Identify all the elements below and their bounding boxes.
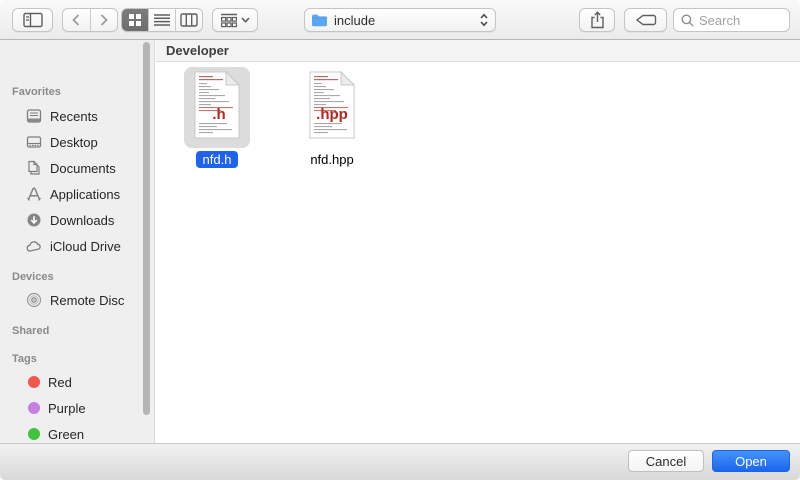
sidebar-toggle-button[interactable] (12, 8, 53, 32)
documents-icon (26, 160, 42, 176)
chevron-updown-icon (479, 12, 489, 28)
sidebar-item-applications[interactable]: Applications (0, 183, 155, 205)
sidebar-item-label: Desktop (50, 135, 98, 150)
back-icon (71, 13, 81, 27)
sidebar-item-recents[interactable]: Recents (0, 105, 155, 127)
tag-color-dot (28, 402, 40, 414)
sidebar-section-tags: Tags (12, 353, 37, 365)
cancel-button[interactable]: Cancel (628, 450, 704, 472)
header-file-icon: .h (193, 71, 241, 139)
location-popup-button[interactable]: include (304, 8, 496, 32)
icon-view-button[interactable] (122, 9, 148, 31)
sidebar-item-label: Red (48, 375, 72, 390)
sidebar-item-tag-red[interactable]: Red (0, 371, 155, 393)
file-item-nfd-h[interactable]: .h nfd.h (184, 67, 250, 169)
tag-icon (635, 13, 657, 27)
sidebar-item-downloads[interactable]: Downloads (0, 209, 155, 231)
file-extension-label: .h (212, 106, 225, 123)
tag-color-dot (28, 428, 40, 440)
sidebar-item-remote-disc[interactable]: Remote Disc (0, 289, 155, 311)
toolbar: include (0, 0, 800, 40)
arrange-button[interactable] (212, 8, 258, 32)
search-input[interactable] (699, 13, 779, 28)
view-mode-segmented-control (121, 8, 203, 32)
sidebar-section-devices: Devices (12, 271, 54, 283)
sidebar-item-label: Purple (48, 401, 86, 416)
file-name-label: nfd.h (196, 151, 239, 168)
sidebar-item-tag-green[interactable]: Green (0, 423, 155, 443)
sidebar-item-label: iCloud Drive (50, 239, 121, 254)
applications-icon (26, 186, 42, 202)
desktop-icon (26, 134, 42, 150)
open-button[interactable]: Open (712, 450, 790, 472)
file-selection-highlight: .h (184, 67, 250, 148)
list-view-icon (154, 13, 170, 27)
search-field[interactable] (673, 8, 790, 32)
icloud-icon (26, 238, 42, 254)
tag-button[interactable] (624, 8, 667, 32)
tag-color-dot (28, 376, 40, 388)
sidebar-item-desktop[interactable]: Desktop (0, 131, 155, 153)
file-item-nfd-hpp[interactable]: .hpp nfd.hpp (292, 67, 372, 169)
column-view-button[interactable] (175, 9, 202, 31)
share-icon (590, 11, 605, 29)
sidebar: Favorites Recents Desktop (0, 40, 155, 443)
dialog-footer: Cancel Open (0, 443, 800, 480)
sidebar-item-documents[interactable]: Documents (0, 157, 155, 179)
location-popup-value: include (334, 13, 479, 28)
sidebar-toggle-icon (23, 12, 43, 28)
group-header: Developer (156, 40, 800, 62)
sidebar-item-label: Recents (50, 109, 98, 124)
file-browser: Developer .h nfd.h .hpp nfd.hpp (156, 40, 800, 443)
back-button[interactable] (63, 9, 90, 31)
file-name-label: nfd.hpp (303, 151, 360, 168)
search-icon (681, 14, 694, 27)
column-view-icon (180, 13, 198, 27)
forward-button[interactable] (90, 9, 118, 31)
list-view-button[interactable] (148, 9, 175, 31)
history-nav-group (62, 8, 118, 32)
recents-icon (26, 108, 42, 124)
downloads-icon (26, 212, 42, 228)
header-file-icon: .hpp (308, 71, 356, 139)
sidebar-item-label: Downloads (50, 213, 114, 228)
folder-icon (311, 13, 328, 27)
sidebar-item-label: Green (48, 427, 84, 442)
share-button[interactable] (579, 8, 615, 32)
grid-view-icon (128, 13, 142, 27)
sidebar-item-icloud-drive[interactable]: iCloud Drive (0, 235, 155, 257)
file-extension-label: .hpp (316, 106, 348, 123)
sidebar-section-favorites: Favorites (12, 86, 61, 98)
forward-icon (99, 13, 109, 27)
group-header-label: Developer (166, 43, 229, 58)
chevron-down-icon (241, 17, 250, 23)
sidebar-scrollbar[interactable] (143, 42, 150, 415)
file-icon-wrap: .hpp (292, 67, 372, 148)
sidebar-item-label: Remote Disc (50, 293, 124, 308)
open-file-dialog: include Favo (0, 0, 800, 480)
sidebar-item-label: Applications (50, 187, 120, 202)
sidebar-section-shared: Shared (12, 325, 49, 337)
sidebar-item-tag-purple[interactable]: Purple (0, 397, 155, 419)
sidebar-item-label: Documents (50, 161, 116, 176)
arrange-icon (221, 13, 237, 28)
disc-icon (26, 292, 42, 308)
